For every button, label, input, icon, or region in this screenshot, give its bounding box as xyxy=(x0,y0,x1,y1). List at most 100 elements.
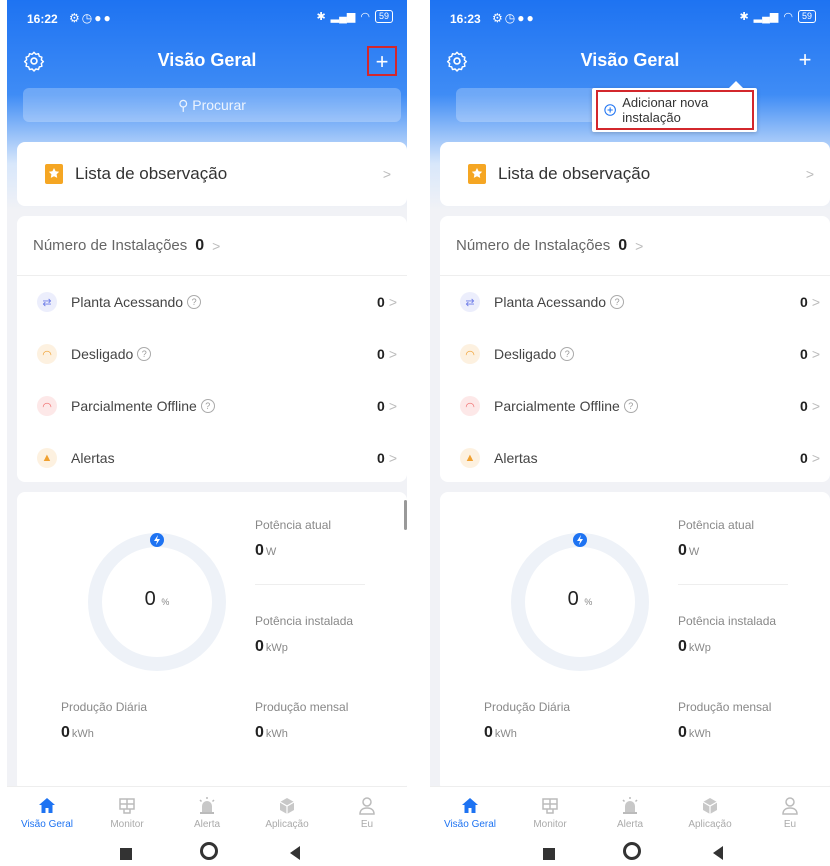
top-nav: Visão Geral + xyxy=(7,42,407,82)
help-icon[interactable]: ? xyxy=(560,347,575,361)
home-button[interactable] xyxy=(200,842,218,860)
recents-button[interactable] xyxy=(120,848,132,860)
back-button[interactable] xyxy=(290,846,300,860)
row-label: Parcialmente Offline xyxy=(71,398,197,414)
solar-panel-icon xyxy=(542,797,558,814)
row-partially-offline[interactable]: ◠ Parcialmente Offline? 0 > xyxy=(17,380,407,432)
row-value: 0 xyxy=(377,398,385,414)
bluetooth-icon: ✱ xyxy=(316,11,326,23)
user-icon xyxy=(359,796,375,815)
chevron-right-icon: > xyxy=(388,346,397,362)
chevron-right-icon: > xyxy=(388,398,397,414)
row-label: Planta Acessando xyxy=(71,294,184,310)
system-icons: ✱ ▂▄▆ ◠ 59 xyxy=(739,10,816,23)
daily-production: Produção Diária 0 kWh xyxy=(484,700,571,741)
cube-icon xyxy=(702,797,718,814)
chevron-right-icon: > xyxy=(811,346,820,362)
status-bar: 16:23 ⚙◷●● ✱ ▂▄▆ ◠ 59 xyxy=(430,0,830,40)
add-button[interactable]: + xyxy=(367,46,397,76)
row-value: 0 xyxy=(377,294,385,310)
row-offline[interactable]: ◠ Desligado? 0 > xyxy=(440,328,830,380)
scrollbar[interactable] xyxy=(404,500,407,530)
row-alerts[interactable]: ▲ Alertas 0 > xyxy=(17,432,407,484)
wifi-offline-icon: ◠ xyxy=(37,344,57,364)
installations-count: 0 xyxy=(195,236,205,254)
home-icon xyxy=(462,797,478,813)
solar-panel-icon xyxy=(119,797,135,814)
system-icons: ✱ ▂▄▆ ◠ 59 xyxy=(316,10,393,23)
row-plant-connecting[interactable]: ⇄ Planta Acessando? 0 > xyxy=(17,276,407,328)
row-label: Alertas xyxy=(494,450,538,466)
help-icon[interactable]: ? xyxy=(623,399,638,413)
search-placeholder: Procurar xyxy=(192,97,246,113)
signal-icon: ▂▄▆ xyxy=(753,11,779,23)
wifi-partial-icon: ◠ xyxy=(37,396,57,416)
current-power: Potência atual 0W xyxy=(255,518,332,559)
tab-alert[interactable]: Alerta xyxy=(590,787,670,838)
help-icon[interactable]: ? xyxy=(610,295,625,309)
installations-count: 0 xyxy=(618,236,628,254)
row-value: 0 xyxy=(800,294,808,310)
add-installation-option[interactable]: Adicionar nova instalação xyxy=(596,90,754,130)
watchlist-card[interactable]: Lista de observação > xyxy=(17,142,407,206)
add-circle-icon xyxy=(604,104,616,116)
tab-alert[interactable]: Alerta xyxy=(167,787,247,838)
row-value: 0 xyxy=(800,398,808,414)
help-icon[interactable]: ? xyxy=(137,347,152,361)
row-plant-connecting[interactable]: ⇄ Planta Acessando? 0 > xyxy=(440,276,830,328)
row-partially-offline[interactable]: ◠ Parcialmente Offline? 0 > xyxy=(440,380,830,432)
cube-icon xyxy=(279,797,295,814)
row-label: Desligado xyxy=(494,346,557,362)
add-button[interactable]: + xyxy=(790,46,820,76)
chevron-right-icon: > xyxy=(811,398,820,414)
notification-icons: ⚙◷●● xyxy=(492,11,536,25)
search-input[interactable]: ⚲ Procurar xyxy=(23,88,401,122)
wifi-icon: ◠ xyxy=(360,11,370,23)
divider xyxy=(255,584,365,585)
row-offline[interactable]: ◠ Desligado? 0 > xyxy=(17,328,407,380)
recents-button[interactable] xyxy=(543,848,555,860)
screen-overview-add-menu: 16:23 ⚙◷●● ✱ ▂▄▆ ◠ 59 Visão Geral + Adic… xyxy=(430,0,830,866)
plant-access-icon: ⇄ xyxy=(460,292,480,312)
page-title: Visão Geral xyxy=(157,50,257,70)
monthly-production: Produção mensal 0 kWh xyxy=(678,700,772,741)
status-time: 16:23 xyxy=(450,12,481,26)
status-bar: 16:22 ⚙◷●● ✱ ▂▄▆ ◠ 59 xyxy=(7,0,407,40)
watchlist-label: Lista de observação xyxy=(75,164,228,183)
row-alerts[interactable]: ▲ Alertas 0 > xyxy=(440,432,830,484)
current-power: Potência atual 0W xyxy=(678,518,755,559)
tab-monitor[interactable]: Monitor xyxy=(510,787,590,838)
plant-access-icon: ⇄ xyxy=(37,292,57,312)
home-button[interactable] xyxy=(623,842,641,860)
bottom-tab-bar: Visão Geral Monitor Alerta Aplicação Eu xyxy=(430,786,830,838)
row-value: 0 xyxy=(800,346,808,362)
row-value: 0 xyxy=(377,450,385,466)
help-icon[interactable]: ? xyxy=(200,399,215,413)
help-icon[interactable]: ? xyxy=(187,295,202,309)
tab-me[interactable]: Eu xyxy=(750,787,830,838)
add-menu-popup: Adicionar nova instalação xyxy=(592,81,757,132)
tab-application[interactable]: Aplicação xyxy=(670,787,750,838)
add-installation-label: Adicionar nova instalação xyxy=(622,95,709,125)
tab-application[interactable]: Aplicação xyxy=(247,787,327,838)
tab-overview[interactable]: Visão Geral xyxy=(7,787,87,838)
installations-label: Número de Instalações xyxy=(456,237,611,254)
battery-icon: 59 xyxy=(797,10,816,23)
chevron-right-icon: > xyxy=(811,294,820,310)
back-button[interactable] xyxy=(713,846,723,860)
page-title: Visão Geral xyxy=(580,50,680,70)
power-card: 0 % Potência atual 0W Potência instalada… xyxy=(17,492,407,792)
bookmark-star-icon xyxy=(45,164,63,184)
installations-header[interactable]: Número de Instalações 0 > xyxy=(17,216,407,276)
bottom-tab-bar: Visão Geral Monitor Alerta Aplicação Eu xyxy=(7,786,407,838)
tab-me[interactable]: Eu xyxy=(327,787,407,838)
top-nav: Visão Geral + xyxy=(430,42,830,82)
chevron-right-icon: > xyxy=(805,166,814,182)
daily-production: Produção Diária 0 kWh xyxy=(61,700,148,741)
tab-overview[interactable]: Visão Geral xyxy=(430,787,510,838)
installations-header[interactable]: Número de Instalações 0 > xyxy=(440,216,830,276)
tab-monitor[interactable]: Monitor xyxy=(87,787,167,838)
installed-power: Potência instalada 0 kWp xyxy=(678,614,777,655)
watchlist-card[interactable]: Lista de observação > xyxy=(440,142,830,206)
row-label: Parcialmente Offline xyxy=(494,398,620,414)
